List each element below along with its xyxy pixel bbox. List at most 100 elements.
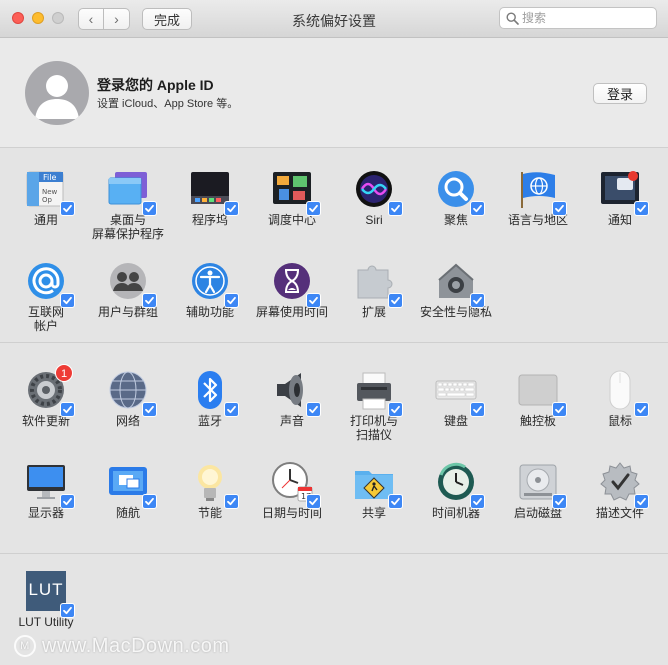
checkbox-checked-icon[interactable]: [224, 201, 239, 216]
checkbox-checked-icon[interactable]: [388, 201, 403, 216]
pref-pane-general[interactable]: File New Op 通用: [6, 168, 86, 227]
puzzle-icon: [353, 260, 403, 308]
checkbox-checked-icon[interactable]: [306, 293, 321, 308]
gear-icon: 1: [25, 364, 75, 417]
person-silhouette-icon: [35, 75, 79, 119]
checkbox-checked-icon[interactable]: [224, 293, 239, 308]
pref-pane-mission-control[interactable]: 调度中心: [252, 168, 332, 227]
login-button[interactable]: 登录: [593, 83, 647, 104]
checkbox-checked-icon[interactable]: [142, 494, 157, 509]
pref-pane-sharing[interactable]: 共享: [334, 461, 414, 520]
pref-pane-printers[interactable]: 打印机与 扫描仪: [334, 369, 414, 442]
pref-pane-internet-accounts[interactable]: 互联网 帐户: [6, 260, 86, 333]
search-input[interactable]: [522, 10, 650, 26]
speaker-icon: [271, 369, 321, 417]
mouse-icon: [599, 369, 649, 417]
pref-pane-profiles[interactable]: 描述文件: [580, 461, 660, 520]
checkbox-checked-icon[interactable]: [552, 201, 567, 216]
dock-icon: [189, 168, 239, 216]
lut-icon-text: LUT: [28, 580, 64, 599]
checkbox-checked-icon[interactable]: [60, 603, 75, 618]
svg-text:Op: Op: [42, 196, 53, 204]
checkbox-checked-icon[interactable]: [388, 293, 403, 308]
chevron-right-icon: ›: [114, 11, 119, 27]
checkbox-checked-icon[interactable]: [142, 293, 157, 308]
pref-pane-sidecar[interactable]: 随航: [88, 461, 168, 520]
pref-pane-accessibility[interactable]: 辅助功能: [170, 260, 250, 319]
pref-pane-screen-time[interactable]: 屏幕使用时间: [252, 260, 332, 319]
checkbox-checked-icon[interactable]: [60, 201, 75, 216]
pref-pane-network[interactable]: 网络: [88, 369, 168, 428]
pref-pane-date-time[interactable]: 17日期与时间: [252, 461, 332, 520]
forward-button[interactable]: ›: [104, 8, 130, 30]
minimize-window-button[interactable]: [32, 12, 44, 24]
checkbox-checked-icon[interactable]: [142, 201, 157, 216]
pref-pane-label-line2: 扫描仪: [355, 428, 392, 442]
watermark-logo: M: [14, 635, 36, 657]
lightbulb-icon: [189, 461, 239, 509]
checkbox-checked-icon[interactable]: [224, 402, 239, 417]
notifications-icon: [599, 168, 649, 216]
update-count-badge: 1: [55, 364, 73, 382]
pref-pane-users-groups[interactable]: 用户与群组: [88, 260, 168, 319]
pref-pane-displays[interactable]: 显示器: [6, 461, 86, 520]
done-button[interactable]: 完成: [142, 8, 192, 30]
checkbox-checked-icon[interactable]: [224, 494, 239, 509]
pref-pane-desktop[interactable]: 桌面与 屏幕保护程序: [88, 168, 168, 241]
pref-pane-time-machine[interactable]: 时间机器: [416, 461, 496, 520]
pref-pane-security[interactable]: 安全性与隐私: [416, 260, 496, 319]
house-lock-icon: [435, 260, 485, 308]
checkbox-checked-icon[interactable]: [306, 402, 321, 417]
checkbox-checked-icon[interactable]: [634, 201, 649, 216]
checkbox-checked-icon[interactable]: [634, 494, 649, 509]
pref-pane-spotlight[interactable]: 聚焦: [416, 168, 496, 227]
pref-pane-software-update[interactable]: 1 软件更新: [6, 364, 86, 428]
pref-pane-language[interactable]: 语言与地区: [498, 168, 578, 227]
pref-pane-dock[interactable]: 程序坞: [170, 168, 250, 227]
checkbox-checked-icon[interactable]: [552, 402, 567, 417]
checkbox-checked-icon[interactable]: [60, 293, 75, 308]
checkbox-checked-icon[interactable]: [388, 494, 403, 509]
avatar[interactable]: [25, 61, 89, 125]
pref-pane-bluetooth[interactable]: 蓝牙: [170, 369, 250, 428]
pref-pane-trackpad[interactable]: 触控板: [498, 369, 578, 428]
watermark-text: www.MacDown.com: [42, 634, 230, 657]
spotlight-icon: [435, 168, 485, 216]
pref-pane-label-line2: 帐户: [33, 319, 58, 333]
title-bar: ‹ › 完成 系统偏好设置: [0, 0, 668, 38]
globe-icon: [107, 369, 157, 417]
zoom-window-button[interactable]: [52, 12, 64, 24]
pref-pane-sound[interactable]: 声音: [252, 369, 332, 428]
pref-pane-startup-disk[interactable]: 启动磁盘: [498, 461, 578, 520]
desktop-screensaver-icon: [107, 168, 157, 216]
checkbox-checked-icon[interactable]: [60, 494, 75, 509]
pref-pane-keyboard[interactable]: 键盘: [416, 369, 496, 428]
checkbox-checked-icon[interactable]: [470, 293, 485, 308]
checkbox-checked-icon[interactable]: [470, 201, 485, 216]
search-field[interactable]: [499, 7, 657, 29]
pref-pane-siri[interactable]: Siri: [334, 168, 414, 227]
checkbox-checked-icon[interactable]: [634, 402, 649, 417]
file-new-icon: File New Op: [25, 168, 75, 216]
checkbox-checked-icon[interactable]: [388, 402, 403, 417]
time-machine-icon: [435, 461, 485, 509]
display-icon: [25, 461, 75, 509]
pref-pane-notifications[interactable]: 通知: [580, 168, 660, 227]
pref-pane-label-line2: 屏幕保护程序: [91, 227, 164, 241]
checkbox-checked-icon[interactable]: [306, 494, 321, 509]
bluetooth-icon: [189, 369, 239, 417]
pref-pane-extensions[interactable]: 扩展: [334, 260, 414, 319]
back-button[interactable]: ‹: [78, 8, 104, 30]
pref-pane-lut-utility[interactable]: LUT LUT Utility: [6, 570, 86, 629]
checkbox-checked-icon[interactable]: [470, 402, 485, 417]
checkbox-checked-icon[interactable]: [470, 494, 485, 509]
checkbox-checked-icon[interactable]: [142, 402, 157, 417]
svg-text:File: File: [43, 173, 56, 182]
checkbox-checked-icon[interactable]: [60, 402, 75, 417]
checkbox-checked-icon[interactable]: [552, 494, 567, 509]
pref-pane-mouse[interactable]: 鼠标: [580, 369, 660, 428]
profiles-badge-icon: [599, 461, 649, 509]
close-window-button[interactable]: [12, 12, 24, 24]
checkbox-checked-icon[interactable]: [306, 201, 321, 216]
pref-pane-energy[interactable]: 节能: [170, 461, 250, 520]
